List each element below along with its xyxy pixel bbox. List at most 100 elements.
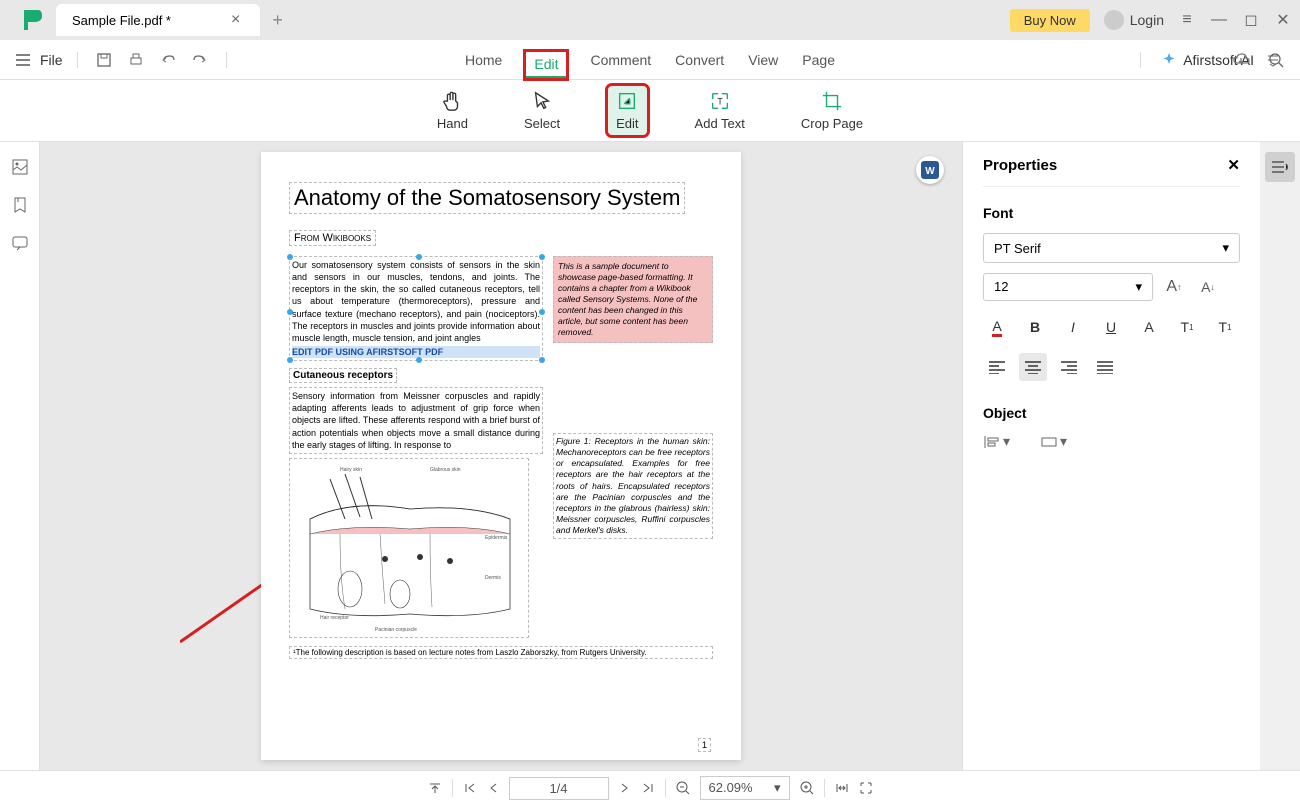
panel-toggle-icon[interactable] [1265,152,1295,182]
hand-tool[interactable]: Hand [429,86,476,135]
properties-title: Properties [983,157,1057,174]
document-tab[interactable]: Sample File.pdf * × [56,4,260,36]
chevron-down-icon: ▾ [1222,240,1229,256]
tab-edit[interactable]: Edit [526,52,566,78]
add-text-label: Add Text [695,116,745,131]
svg-text:Hairy skin: Hairy skin [340,467,362,473]
statusbar: 1/4 62.09%▾ [0,770,1300,805]
page-title[interactable]: Anatomy of the Somatosensory System [289,182,685,214]
increase-font-icon[interactable]: A↑ [1161,274,1187,300]
sample-note-box[interactable]: This is a sample document to showcase pa… [553,256,713,343]
tab-comment[interactable]: Comment [590,52,651,68]
decrease-font-icon[interactable]: A↓ [1195,274,1221,300]
font-size-select[interactable]: 12 ▾ [983,273,1153,301]
document-viewport[interactable]: W Anatomy of the Somatosensory System Fr… [40,142,962,770]
next-page-icon[interactable] [619,781,631,795]
page-number: 1 [698,738,711,752]
inserted-text[interactable]: EDIT PDF USING AFIRSTSOFT PDF [292,346,540,358]
scroll-top-icon[interactable] [428,781,442,795]
italic-icon[interactable]: I [1059,313,1087,341]
edit-icon [616,90,638,112]
pdf-page[interactable]: Anatomy of the Somatosensory System From… [261,152,741,760]
tab-view[interactable]: View [748,52,778,68]
zoom-in-icon[interactable] [800,781,814,795]
avatar-icon [1104,10,1124,30]
tab-convert[interactable]: Convert [675,52,724,68]
chevron-down-icon: ▾ [1135,279,1142,295]
bold-icon[interactable]: B [1021,313,1049,341]
align-left-icon[interactable] [983,353,1011,381]
close-panel-icon[interactable]: ✕ [1227,156,1240,174]
subheading[interactable]: Cutaneous receptors [289,368,397,383]
crop-icon [821,90,843,112]
underline-icon[interactable]: U [1097,313,1125,341]
cursor-icon [531,90,553,112]
crop-label: Crop Page [801,116,863,131]
prev-page-icon[interactable] [487,781,499,795]
translate-badge[interactable]: W [916,156,944,184]
first-page-icon[interactable] [463,781,477,795]
font-section-label: Font [983,205,1240,221]
app-logo [20,8,44,32]
footnote[interactable]: ¹The following description is based on l… [289,646,713,659]
svg-text:Dermis: Dermis [485,575,501,581]
add-tab-button[interactable]: + [272,10,283,31]
main-tabs: Home Edit Comment Convert View Page [465,52,835,68]
crop-tool[interactable]: Crop Page [793,86,871,135]
close-window-icon[interactable]: ✕ [1274,11,1292,29]
comment-icon[interactable] [11,234,29,252]
figure-illustration[interactable]: Hairy skinGlabrous skin EpidermisDermis … [289,458,529,638]
add-text-tool[interactable]: T Add Text [687,86,753,135]
align-justify-icon[interactable] [1091,353,1119,381]
login-label: Login [1130,12,1164,28]
thumbnails-icon[interactable] [11,158,29,176]
zoom-out-icon[interactable] [676,781,690,795]
undo-icon[interactable] [160,52,176,68]
maximize-icon[interactable]: ◻ [1242,11,1260,29]
collapse-icon[interactable] [1266,53,1280,67]
figure-caption-box[interactable]: Figure 1: Receptors in the human skin: M… [553,433,713,538]
svg-text:Pacinian corpuscle: Pacinian corpuscle [375,627,417,633]
tab-title: Sample File.pdf * [72,13,171,28]
source-label[interactable]: From Wikibooks [289,230,376,246]
fit-width-icon[interactable] [835,781,849,795]
align-right-icon[interactable] [1055,353,1083,381]
print-icon[interactable] [128,52,144,68]
file-label: File [40,52,63,68]
text-block[interactable]: Sensory information from Meissner corpus… [289,387,543,454]
distribute-object-icon[interactable]: ▾ [1040,433,1067,450]
right-rail [1260,142,1300,770]
edit-label: Edit [616,116,638,131]
hamburger-icon[interactable]: ≡ [1178,11,1196,29]
page-input[interactable]: 1/4 [509,777,609,800]
minimize-icon[interactable]: — [1210,11,1228,29]
close-tab-icon[interactable]: × [231,11,240,29]
save-icon[interactable] [96,52,112,68]
text-block-selected[interactable]: Our somatosensory system consists of sen… [289,256,543,361]
cloud-icon[interactable] [1232,51,1250,69]
edit-tool[interactable]: Edit [608,86,646,135]
tab-page[interactable]: Page [802,52,835,68]
font-color-icon[interactable]: A [983,313,1011,341]
align-object-icon[interactable]: ▾ [983,433,1010,450]
select-tool[interactable]: Select [516,86,568,135]
font-style-icon[interactable]: A [1135,313,1163,341]
font-family-value: PT Serif [994,241,1041,256]
redo-icon[interactable] [192,52,208,68]
add-text-icon: T [709,90,731,112]
subscript-icon[interactable]: T1 [1211,313,1239,341]
buy-now-button[interactable]: Buy Now [1010,9,1090,32]
bookmark-icon[interactable] [11,196,29,214]
align-center-icon[interactable] [1019,353,1047,381]
last-page-icon[interactable] [641,781,655,795]
svg-text:T: T [717,97,723,107]
svg-text:Hair receptor: Hair receptor [320,615,349,621]
login-button[interactable]: Login [1104,10,1164,30]
superscript-icon[interactable]: T1 [1173,313,1201,341]
fit-page-icon[interactable] [859,781,873,795]
file-menu[interactable]: File [16,52,78,68]
font-family-select[interactable]: PT Serif ▾ [983,233,1240,263]
tab-home[interactable]: Home [465,52,502,68]
font-size-value: 12 [994,279,1008,295]
zoom-input[interactable]: 62.09%▾ [700,776,790,800]
